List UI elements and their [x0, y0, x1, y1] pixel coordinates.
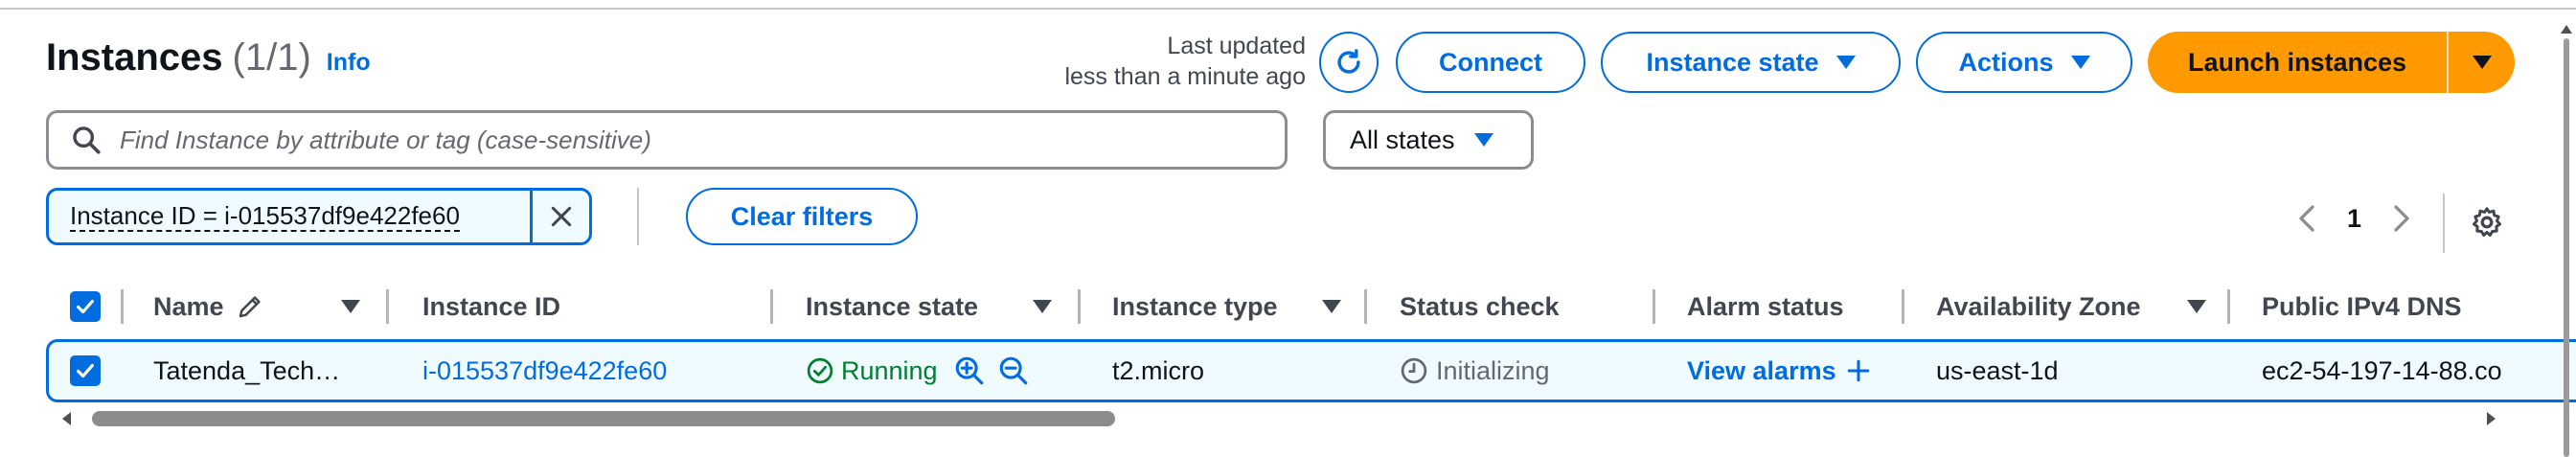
previous-page-button[interactable] — [2290, 201, 2324, 236]
cell-name: Tatenda_Tech… — [153, 355, 341, 385]
zoom-in-icon[interactable] — [953, 354, 986, 387]
last-updated: Last updated less than a minute ago — [1064, 31, 1306, 92]
connect-button[interactable]: Connect — [1396, 32, 1585, 93]
launch-instances-split-button: Launch instances — [2148, 32, 2515, 93]
gear-icon[interactable] — [2470, 205, 2504, 240]
cell-instance-state: Running — [806, 342, 1030, 400]
caret-down-icon — [1473, 133, 1493, 147]
filter-token: Instance ID = i-015537df9e422fe60 — [46, 188, 592, 245]
column-header-instance-state[interactable]: Instance state — [806, 284, 978, 330]
plus-icon — [1847, 359, 1869, 382]
last-updated-label: Last updated — [1167, 33, 1306, 59]
column-header-availability-zone[interactable]: Availability Zone — [1936, 284, 2141, 330]
next-page-button[interactable] — [2384, 201, 2419, 236]
cell-public-dns: ec2-54-197-14-88.co — [2262, 355, 2502, 385]
view-alarms-link[interactable]: View alarms — [1687, 342, 1871, 400]
row-checkbox[interactable] — [70, 342, 101, 400]
column-separator — [121, 289, 124, 324]
scroll-right-icon[interactable] — [2487, 412, 2496, 425]
column-separator — [770, 289, 773, 324]
page-header: Instances (1/1) Info — [46, 36, 371, 80]
actions-button[interactable]: Actions — [1916, 32, 2132, 93]
last-updated-value: less than a minute ago — [1064, 63, 1306, 90]
split-divider — [2447, 32, 2449, 93]
refresh-icon — [1337, 49, 1360, 74]
check-icon — [77, 299, 94, 314]
info-link[interactable]: Info — [327, 49, 371, 77]
column-separator — [2227, 289, 2230, 324]
divider — [637, 188, 639, 245]
column-header-name[interactable]: Name — [153, 284, 264, 330]
cell-instance-type: t2.micro — [1112, 355, 1205, 385]
search-box[interactable]: Find Instance by attribute or tag (case-… — [46, 110, 1288, 170]
scroll-up-icon[interactable] — [2561, 25, 2572, 34]
check-icon — [77, 363, 94, 378]
table-header: Name Instance ID Instance state Instance… — [46, 284, 2576, 330]
column-separator — [1902, 289, 1904, 324]
launch-dropdown-button[interactable] — [2449, 32, 2515, 93]
chevron-left-icon — [2299, 205, 2314, 232]
status-label: Initializing — [1436, 355, 1550, 385]
column-label: Name — [153, 291, 224, 321]
column-header-public-ipv4-dns[interactable]: Public IPv4 DNS — [2262, 284, 2462, 330]
page-number[interactable]: 1 — [2347, 204, 2361, 234]
search-icon — [73, 126, 101, 154]
sort-caret-icon[interactable] — [1322, 300, 1341, 313]
horizontal-scrollbar[interactable] — [57, 408, 2510, 429]
chevron-right-icon — [2394, 205, 2409, 232]
select-all-checkbox[interactable] — [70, 284, 101, 330]
actions-label: Actions — [1958, 47, 2054, 77]
cell-status-check: Initializing — [1400, 342, 1550, 400]
sort-caret-icon[interactable] — [341, 300, 360, 313]
sort-caret-icon[interactable] — [1033, 300, 1052, 313]
column-header-status-check[interactable]: Status check — [1400, 284, 1560, 330]
instance-state-button[interactable]: Instance state — [1601, 32, 1901, 93]
state-filter-value: All states — [1350, 125, 1455, 154]
column-separator — [386, 289, 389, 324]
clock-icon — [1401, 357, 1427, 384]
close-icon — [551, 206, 571, 227]
clear-filters-button[interactable]: Clear filters — [686, 188, 918, 245]
pagination: 1 — [2290, 201, 2419, 236]
sort-caret-icon[interactable] — [2187, 300, 2206, 313]
zoom-out-icon[interactable] — [997, 354, 1030, 387]
column-header-instance-type[interactable]: Instance type — [1112, 284, 1278, 330]
column-separator — [1653, 289, 1655, 324]
state-filter-select[interactable]: All states — [1323, 110, 1534, 170]
state-label: Running — [841, 355, 938, 385]
checkbox — [70, 291, 101, 322]
search-input[interactable]: Find Instance by attribute or tag (case-… — [120, 126, 651, 155]
cell-availability-zone: us-east-1d — [1936, 355, 2059, 385]
column-separator — [1364, 289, 1367, 324]
cell-instance-id-link[interactable]: i-015537df9e422fe60 — [422, 342, 667, 400]
remove-filter-button[interactable] — [530, 191, 589, 242]
caret-down-icon — [2472, 56, 2492, 69]
vertical-scrollbar[interactable] — [2564, 38, 2569, 457]
pencil-icon — [239, 296, 261, 318]
column-separator — [1078, 289, 1081, 324]
column-header-instance-id[interactable]: Instance ID — [422, 284, 560, 330]
launch-instances-button[interactable]: Launch instances — [2148, 32, 2447, 93]
instance-count: (1/1) — [232, 36, 311, 79]
table-row[interactable]: Tatenda_Tech… i-015537df9e422fe60 Runnin… — [46, 339, 2576, 402]
page-title: Instances — [46, 36, 223, 79]
filter-token-label[interactable]: Instance ID = i-015537df9e422fe60 — [49, 191, 530, 242]
scrollbar-thumb[interactable] — [92, 411, 1115, 426]
refresh-button[interactable] — [1319, 32, 1379, 93]
caret-down-icon — [2070, 56, 2090, 69]
check-circle-icon — [807, 357, 833, 384]
instance-state-label: Instance state — [1646, 47, 1819, 77]
alarm-label: View alarms — [1687, 355, 1836, 385]
caret-down-icon — [1835, 56, 1856, 69]
divider — [2443, 194, 2445, 253]
checkbox — [70, 355, 101, 386]
column-header-alarm-status[interactable]: Alarm status — [1687, 284, 1844, 330]
scroll-left-icon[interactable] — [62, 412, 71, 425]
